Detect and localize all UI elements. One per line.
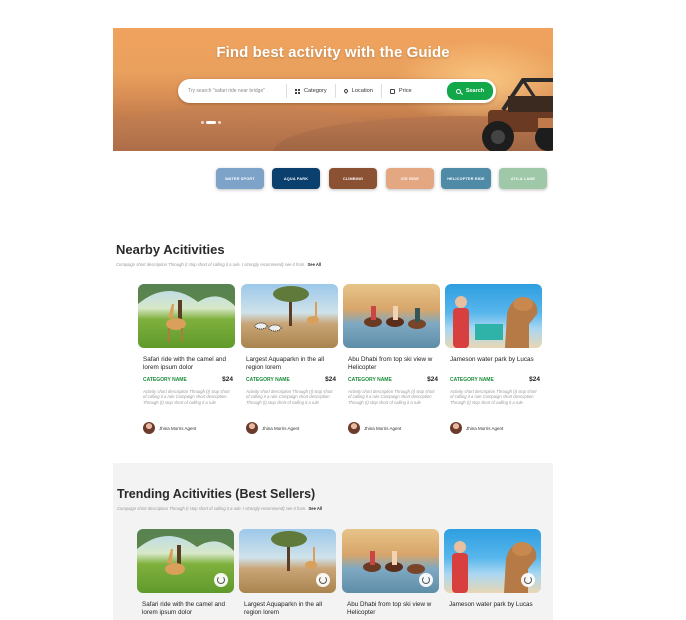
- location-pin-icon: [342, 88, 349, 94]
- activity-price: $24: [222, 376, 233, 383]
- activity-category: CATEGORY NAME: [143, 377, 187, 383]
- category-chip-ice-ride[interactable]: Ice ride: [386, 168, 434, 189]
- activity-title[interactable]: Safari ride with the camel and lorem ips…: [143, 356, 233, 372]
- agent-name: Jhina Morris Agent: [466, 425, 504, 431]
- search-button[interactable]: Search: [447, 82, 493, 100]
- category-chip-atila-lane[interactable]: Atila lane: [499, 168, 547, 189]
- activity-image: [342, 529, 439, 593]
- activity-title[interactable]: Largest Aquaparkn in the all region lore…: [246, 356, 336, 372]
- heart-icon[interactable]: [214, 573, 228, 587]
- trending-section-subtitle: Compaign short description Through (I st…: [117, 506, 323, 511]
- activity-title[interactable]: Safari ride with the camel and lorem ips…: [142, 601, 232, 617]
- heart-icon[interactable]: [419, 573, 433, 587]
- trending-card[interactable]: Jameson water park by Lucas: [444, 529, 541, 608]
- activity-description: Activity short description Through (I) s…: [246, 389, 333, 405]
- category-grid-icon: [295, 88, 300, 94]
- location-filter-label: Location: [351, 88, 373, 94]
- activity-image: [445, 284, 542, 348]
- trending-card[interactable]: Largest Aquaparkn in the all region lore…: [239, 529, 336, 616]
- agent-info[interactable]: Jhina Morris Agent: [246, 422, 299, 434]
- hero-banner: Find best activity with the Guide Try se…: [113, 28, 553, 151]
- activity-card[interactable]: Largest Aquaparkn in the all region lore…: [241, 284, 338, 434]
- category-chip-climbing[interactable]: Climbing: [329, 168, 377, 189]
- activity-card[interactable]: Abu Dhabi from top ski view w Helicopter…: [343, 284, 440, 434]
- activity-title[interactable]: Abu Dhabi from top ski view w Helicopter: [348, 356, 438, 372]
- trending-see-all-link[interactable]: See All: [308, 506, 322, 511]
- avatar: [450, 422, 462, 434]
- activity-image: [241, 284, 338, 348]
- activity-image: [137, 529, 234, 593]
- trending-card[interactable]: Abu Dhabi from top ski view w Helicopter: [342, 529, 439, 616]
- activity-category: CATEGORY NAME: [450, 377, 494, 383]
- search-icon: [455, 88, 461, 94]
- activity-description: Activity short description Through (I) s…: [348, 389, 435, 405]
- slider-dot[interactable]: [218, 121, 221, 124]
- agent-name: Jhina Morris Agent: [364, 425, 402, 431]
- slider-dots: [201, 121, 221, 124]
- category-chips: Water sport Aqua park Climbing Ice ride …: [0, 168, 686, 189]
- avatar: [246, 422, 258, 434]
- price-filter-label: Price: [398, 88, 412, 94]
- hero-title: Find best activity with the Guide: [216, 44, 450, 61]
- category-chip-water-sport[interactable]: Water sport: [216, 168, 264, 189]
- activity-image: [138, 284, 235, 348]
- search-bar: Try search "safari ride near bridge" Cat…: [178, 79, 496, 103]
- nearby-see-all-link[interactable]: See All: [307, 262, 321, 267]
- activity-price: $24: [325, 376, 336, 383]
- agent-info[interactable]: Jhina Morris Agent: [348, 422, 401, 434]
- avatar: [143, 422, 155, 434]
- agent-name: Jhina Morris Agent: [262, 425, 300, 431]
- agent-info[interactable]: Jhina Morris Agent: [450, 422, 503, 434]
- activity-description: Activity short description Through (I) s…: [143, 389, 230, 405]
- category-chip-helicopter-ride[interactable]: Helicopter ride: [441, 168, 491, 189]
- activity-image: [343, 284, 440, 348]
- activity-description: Activity short description Through (I) s…: [450, 389, 537, 405]
- activity-price: $24: [529, 376, 540, 383]
- avatar: [348, 422, 360, 434]
- category-filter-label: Category: [304, 88, 327, 94]
- activity-title[interactable]: Abu Dhabi from top ski view w Helicopter: [347, 601, 437, 617]
- agent-info[interactable]: Jhina Morris Agent: [143, 422, 196, 434]
- heart-icon[interactable]: [521, 573, 535, 587]
- slider-dot-active[interactable]: [206, 121, 216, 124]
- trending-card[interactable]: Safari ride with the camel and lorem ips…: [137, 529, 234, 616]
- heart-icon[interactable]: [316, 573, 330, 587]
- category-chip-aqua-park[interactable]: Aqua park: [272, 168, 320, 189]
- slider-dot[interactable]: [201, 121, 204, 124]
- activity-category: CATEGORY NAME: [246, 377, 290, 383]
- activity-title[interactable]: Jameson water park by Lucas: [449, 601, 539, 609]
- activity-price: $24: [427, 376, 438, 383]
- search-button-label: Search: [465, 88, 485, 94]
- location-filter[interactable]: Location: [334, 84, 381, 98]
- price-filter[interactable]: Price: [380, 84, 420, 98]
- category-filter[interactable]: Category: [286, 84, 335, 98]
- activity-image: [239, 529, 336, 593]
- activity-title[interactable]: Largest Aquaparkn in the all region lore…: [244, 601, 334, 617]
- activity-card[interactable]: Jameson water park by Lucas CATEGORY NAM…: [445, 284, 542, 434]
- agent-name: Jhina Morris Agent: [159, 425, 197, 431]
- activity-card[interactable]: Safari ride with the camel and lorem ips…: [138, 284, 235, 434]
- activity-category: CATEGORY NAME: [348, 377, 392, 383]
- nearby-section-subtitle: Compaign short description Through (I st…: [116, 262, 322, 267]
- nearby-section-title: Nearby Acitivities: [116, 242, 225, 257]
- activity-title[interactable]: Jameson water park by Lucas: [450, 356, 540, 364]
- search-input[interactable]: Try search "safari ride near bridge": [188, 88, 286, 94]
- trending-section-title: Trending Acitivities (Best Sellers): [117, 487, 316, 501]
- price-tag-icon: [389, 88, 395, 94]
- activity-image: [444, 529, 541, 593]
